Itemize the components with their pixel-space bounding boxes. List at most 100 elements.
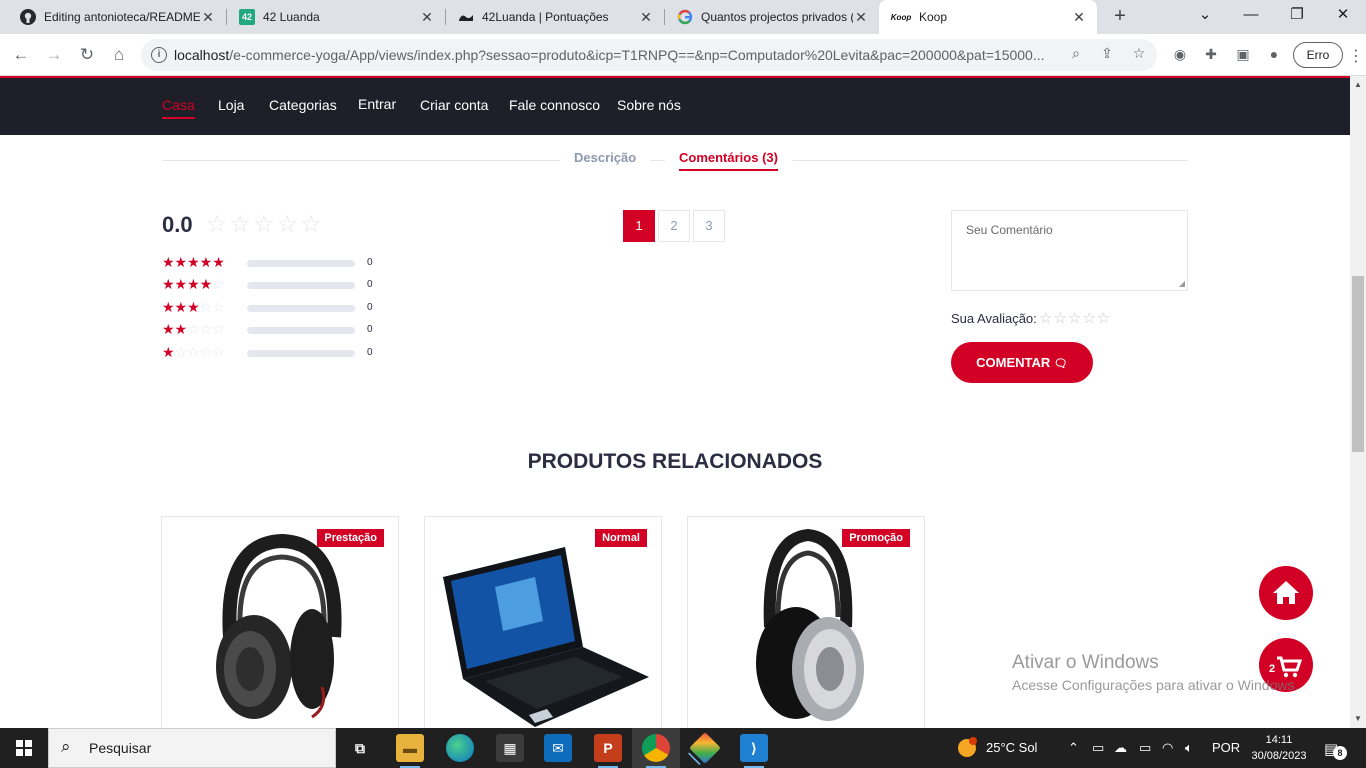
cloud-icon[interactable]: ☁ bbox=[1114, 740, 1127, 756]
scroll-down-arrow-icon[interactable]: ▼ bbox=[1350, 712, 1366, 726]
github-icon bbox=[20, 9, 36, 25]
profile-error-button[interactable]: Erro bbox=[1293, 42, 1343, 68]
rating-row-5: ★★★★★ 0 bbox=[162, 254, 392, 270]
product-badge: Promoção bbox=[842, 529, 910, 547]
weather-text[interactable]: 25°C Sol bbox=[986, 740, 1037, 755]
zoom-search-icon[interactable]: ⌕ bbox=[1066, 45, 1086, 65]
weather-icon[interactable] bbox=[956, 737, 978, 762]
pagination-page-3[interactable]: 3 bbox=[693, 210, 725, 242]
start-button[interactable] bbox=[0, 728, 48, 768]
wifi-icon[interactable]: ◠ bbox=[1162, 740, 1173, 756]
product-badge: Normal bbox=[595, 529, 647, 547]
home-button[interactable]: ⌂ bbox=[107, 43, 131, 67]
new-tab-button[interactable]: + bbox=[1108, 4, 1132, 28]
meet-icon[interactable]: ▭ bbox=[1092, 740, 1104, 756]
tab-search-chevron-icon[interactable]: ⌄ bbox=[1182, 0, 1228, 30]
nav-item-sobre-nos[interactable]: Sobre nós bbox=[617, 97, 681, 113]
battery-icon[interactable]: ▭ bbox=[1139, 740, 1151, 756]
rating-count: 0 bbox=[367, 257, 373, 268]
rating-count: 0 bbox=[367, 302, 373, 313]
tab-comentarios-label: Comentários (3) bbox=[679, 150, 778, 171]
store-icon[interactable]: ▦ bbox=[496, 734, 524, 762]
volume-icon[interactable]: 🔈︎ bbox=[1185, 740, 1193, 756]
nav-item-entrar[interactable]: Entrar bbox=[358, 96, 396, 112]
nav-item-categorias[interactable]: Categorias bbox=[269, 97, 337, 113]
bookmark-star-icon[interactable]: ☆ bbox=[1129, 45, 1149, 65]
floating-home-button[interactable] bbox=[1259, 566, 1313, 620]
rating-row-stars: ★★★★★ bbox=[162, 254, 225, 270]
average-rating-stars: ☆☆☆☆☆ bbox=[206, 211, 324, 238]
rating-bar bbox=[247, 260, 355, 267]
minimize-button[interactable]: — bbox=[1228, 0, 1274, 30]
side-panel-icon[interactable]: ▣ bbox=[1233, 46, 1253, 66]
reload-button[interactable]: ↻ bbox=[75, 43, 99, 67]
nav-item-loja[interactable]: Loja bbox=[218, 97, 244, 113]
browser-tab-strip: Editing antonioteca/README.md ✕ 42 42 Lu… bbox=[0, 0, 1366, 34]
pagination-page-2[interactable]: 2 bbox=[658, 210, 690, 242]
browser-tab[interactable]: 42Luanda | Pontuações ✕ bbox=[446, 0, 664, 34]
taskbar-clock[interactable]: 14:11 30/08/2023 bbox=[1248, 732, 1310, 764]
extensions-puzzle-icon[interactable]: ✚ bbox=[1201, 46, 1221, 66]
address-bar[interactable]: i localhost/e-commerce-yoga/App/views/in… bbox=[141, 39, 1157, 71]
product-card[interactable]: Normal bbox=[424, 516, 662, 746]
language-indicator[interactable]: POR bbox=[1212, 740, 1240, 755]
scroll-up-arrow-icon[interactable]: ▲ bbox=[1350, 78, 1366, 92]
scrollbar-thumb[interactable] bbox=[1352, 276, 1364, 452]
close-icon[interactable]: ✕ bbox=[419, 9, 435, 26]
rating-bar bbox=[247, 282, 355, 289]
rating-bar bbox=[247, 305, 355, 312]
menu-kebab-icon[interactable]: ⋮ bbox=[1348, 46, 1364, 66]
restore-button[interactable]: ❐ bbox=[1274, 0, 1320, 30]
tab-descricao[interactable]: Descrição bbox=[560, 150, 651, 165]
rating-bar bbox=[247, 350, 355, 357]
nav-item-casa[interactable]: Casa bbox=[162, 97, 195, 119]
task-view-icon[interactable]: ⧉ bbox=[346, 734, 374, 762]
browser-tab[interactable]: 42 42 Luanda ✕ bbox=[227, 0, 445, 34]
url-path: /e-commerce-yoga/App/views/index.php?ses… bbox=[229, 47, 1045, 63]
resize-grip-icon[interactable]: ◢ bbox=[1179, 279, 1185, 288]
url-host: localhost bbox=[174, 47, 230, 63]
close-icon[interactable]: ✕ bbox=[200, 9, 216, 26]
browser-tab-active[interactable]: Koop Koop ✕ bbox=[879, 0, 1097, 34]
rating-row-stars: ★★☆☆☆ bbox=[162, 321, 225, 337]
url-text[interactable]: localhost/e-commerce-yoga/App/views/inde… bbox=[174, 47, 1064, 63]
rating-row-stars: ★★★★☆ bbox=[162, 276, 225, 292]
rating-row-4: ★★★★☆ 0 bbox=[162, 276, 392, 292]
taskbar-search[interactable]: ⌕ Pesquisar bbox=[48, 728, 336, 768]
rating-row-stars: ★★★☆☆ bbox=[162, 299, 225, 315]
close-icon[interactable]: ✕ bbox=[1071, 9, 1087, 26]
profile-avatar-icon[interactable]: ● bbox=[1264, 46, 1284, 66]
chrome-icon[interactable] bbox=[642, 734, 670, 768]
close-window-button[interactable]: ✕ bbox=[1320, 0, 1366, 30]
product-card[interactable]: Promoção bbox=[687, 516, 925, 746]
headphones-silver-image bbox=[756, 528, 864, 721]
browser-tab[interactable]: Quantos projectos privados ( ✕ bbox=[665, 0, 879, 34]
forward-button[interactable]: → bbox=[42, 43, 66, 67]
vscode-icon[interactable]: ⟩ bbox=[740, 734, 768, 768]
close-icon[interactable]: ✕ bbox=[853, 9, 869, 26]
back-button[interactable]: ← bbox=[9, 43, 33, 67]
related-products-title: PRODUTOS RELACIONADOS bbox=[527, 450, 823, 473]
product-card[interactable]: Prestação bbox=[161, 516, 399, 746]
tab-comentarios[interactable]: Comentários (3) bbox=[665, 150, 792, 171]
file-explorer-icon[interactable]: ▬ bbox=[396, 734, 424, 768]
browser-tab[interactable]: Editing antonioteca/README.md ✕ bbox=[8, 0, 226, 34]
close-icon[interactable]: ✕ bbox=[638, 9, 654, 26]
product-badge: Prestação bbox=[317, 529, 384, 547]
edge-icon[interactable] bbox=[446, 734, 474, 762]
rating-input-stars[interactable]: ☆☆☆☆☆ bbox=[1039, 309, 1111, 327]
notification-center-icon[interactable]: ▤ 8 bbox=[1324, 740, 1347, 760]
share-icon[interactable]: ⇪ bbox=[1097, 45, 1117, 65]
site-info-icon[interactable]: i bbox=[151, 47, 167, 63]
clock-time: 14:11 bbox=[1265, 734, 1293, 746]
git-app-icon[interactable] bbox=[689, 732, 721, 764]
comment-textarea[interactable]: Seu Comentário ◢ bbox=[951, 210, 1188, 291]
mail-icon[interactable]: ✉ bbox=[544, 734, 572, 762]
powerpoint-icon[interactable]: P bbox=[594, 734, 622, 768]
mouse-extension-icon[interactable]: ◉ bbox=[1170, 46, 1190, 66]
comment-submit-button[interactable]: COMENTAR 🗨 bbox=[951, 342, 1093, 383]
nav-item-fale-connosco[interactable]: Fale connosco bbox=[509, 97, 600, 113]
chevron-up-icon[interactable]: ⌃ bbox=[1068, 740, 1079, 756]
nav-item-criar-conta[interactable]: Criar conta bbox=[420, 97, 488, 113]
pagination-page-1[interactable]: 1 bbox=[623, 210, 655, 242]
